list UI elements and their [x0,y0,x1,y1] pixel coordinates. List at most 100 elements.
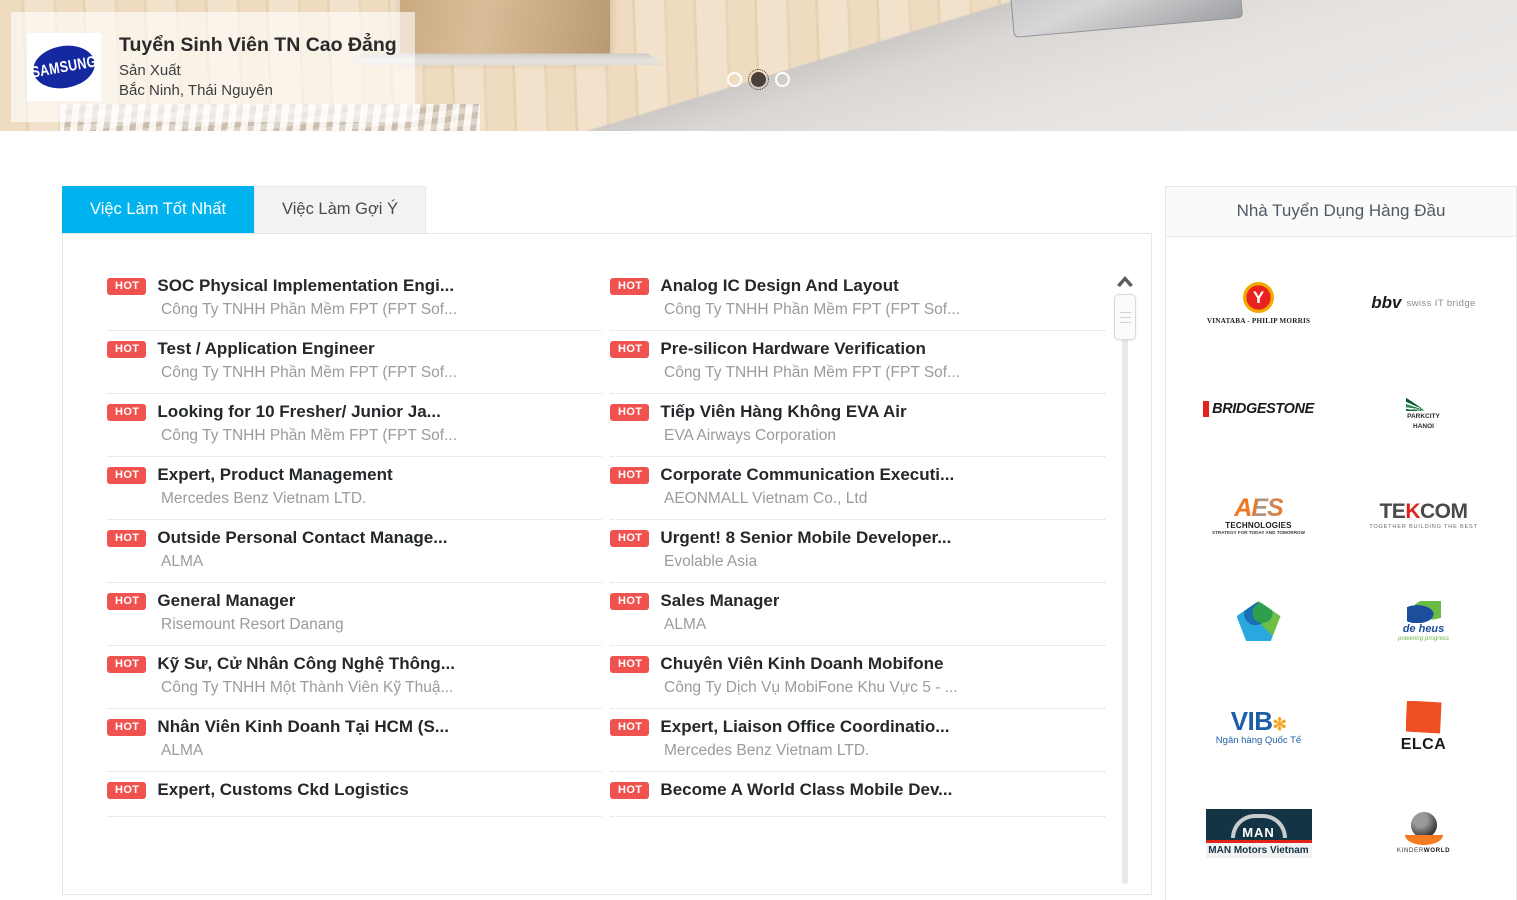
job-company[interactable]: Công Ty TNHH Phần Mềm FPT (FPT Sof... [664,364,1105,382]
bbv-wordmark: bbv [1371,293,1402,312]
job-list-item[interactable]: HOT Chuyên Viên Kinh Doanh Mobifone Công T… [610,646,1105,709]
job-title[interactable]: Become A World Class Mobile Dev... [660,780,952,800]
job-list-item[interactable]: HOT Kỹ Sư, Cử Nhân Công Nghệ Thông... Công… [107,646,602,709]
carousel-dot-1[interactable] [727,72,742,87]
job-company[interactable]: Mercedes Benz Vietnam LTD. [161,490,602,508]
employer-logo-vib[interactable]: VIB✻ Ngân hàng Quốc Tế [1176,679,1341,775]
job-title[interactable]: Analog IC Design And Layout [660,276,898,296]
hero-banner-carousel[interactable]: SAMSUNG Tuyển Sinh Viên TN Cao Đẳng Sản … [0,0,1517,131]
job-list-item[interactable]: HOT Sales Manager ALMA [610,583,1105,646]
banner-info-card[interactable]: SAMSUNG Tuyển Sinh Viên TN Cao Đẳng Sản … [11,12,415,122]
job-list-item[interactable]: HOT Tiếp Viên Hàng Không EVA Air EVA Airwa… [610,394,1105,457]
scrollbar-grip-line [1119,316,1131,318]
job-company[interactable]: ALMA [161,553,602,571]
job-list-item[interactable]: HOT Pre-silicon Hardware Verification Công… [610,331,1105,394]
job-company[interactable]: Công Ty TNHH Một Thành Viên Kỹ Thuậ... [161,679,602,697]
job-title[interactable]: Corporate Communication Executi... [660,465,954,485]
job-company[interactable]: ALMA [161,742,602,760]
job-list-item[interactable]: HOT Nhân Viên Kinh Doanh Tại HCM (S... ALM… [107,709,602,772]
carousel-dot-2[interactable] [748,69,769,90]
job-title[interactable]: Urgent! 8 Senior Mobile Developer... [660,528,951,548]
employer-logo-av[interactable] [1176,573,1341,669]
elca-wordmark: ELCA [1400,735,1447,753]
vib-tagline: Ngân hàng Quốc Tế [1215,735,1302,746]
employer-logo-aes-technologies[interactable]: AES TECHNOLOGIES STRATEGY FOR TODAY AND … [1176,467,1341,563]
job-title[interactable]: Chuyên Viên Kinh Doanh Mobifone [660,654,943,674]
job-list-item[interactable]: HOT SOC Physical Implementation Engi... Cô… [107,268,602,331]
employer-logo-man-motors-vietnam[interactable]: MAN MAN Motors Vietnam [1176,785,1341,881]
employer-logo-de-heus[interactable]: de heus powering progress [1341,573,1506,669]
job-item-header: HOT Outside Personal Contact Manage... [107,528,602,548]
job-company[interactable]: Evolable Asia [664,553,1105,571]
job-title[interactable]: Test / Application Engineer [157,339,374,359]
job-title[interactable]: Pre-silicon Hardware Verification [660,339,925,359]
job-item-header: HOT Kỹ Sư, Cử Nhân Công Nghệ Thông... [107,654,602,674]
job-company[interactable]: Công Ty TNHH Phần Mềm FPT (FPT Sof... [161,427,602,445]
job-list-item[interactable]: HOT Analog IC Design And Layout Công Ty TN… [610,268,1105,331]
hot-badge: HOT [610,529,650,547]
job-title[interactable]: Tiếp Viên Hàng Không EVA Air [660,402,906,422]
job-company[interactable]: Công Ty TNHH Phần Mềm FPT (FPT Sof... [161,364,602,382]
job-list-item[interactable]: HOT Corporate Communication Executi... AEO… [610,457,1105,520]
job-title[interactable]: Nhân Viên Kinh Doanh Tại HCM (S... [157,717,449,737]
job-title[interactable]: Expert, Customs Ckd Logistics [157,780,408,800]
job-title[interactable]: Expert, Liaison Office Coordinatio... [660,717,949,737]
job-title[interactable]: Outside Personal Contact Manage... [157,528,447,548]
job-item-header: HOT Expert, Liaison Office Coordinatio... [610,717,1105,737]
vib-star-icon: ✻ [1272,715,1287,734]
vinataba-icon: Y [1243,281,1274,313]
job-company[interactable]: AEONMALL Vietnam Co., Ltd [664,490,1105,508]
hot-badge: HOT [610,781,650,799]
job-company[interactable]: EVA Airways Corporation [664,427,1105,445]
job-company[interactable]: ALMA [664,616,1105,634]
employer-logo-vinataba-philip-morris[interactable]: Y VINATABA - PHILIP MORRIS [1176,255,1341,351]
employer-logo-bbv[interactable]: bbv swiss IT bridge [1341,255,1506,351]
scroll-up-icon[interactable] [1114,272,1136,290]
job-item-header: HOT Tiếp Viên Hàng Không EVA Air [610,402,1105,422]
job-company[interactable]: Công Ty TNHH Phần Mềm FPT (FPT Sof... [664,301,1105,319]
job-list-item[interactable]: HOT General Manager Risemount Resort Danan… [107,583,602,646]
job-title[interactable]: General Manager [157,591,295,611]
jobs-tabs[interactable]: Việc Làm Tốt Nhất Việc Làm Gợi Ý [62,186,1152,233]
job-item-header: HOT Analog IC Design And Layout [610,276,1105,296]
man-caption: MAN Motors Vietnam [1205,842,1312,858]
scrollbar-thumb[interactable] [1114,294,1136,340]
job-item-header: HOT Chuyên Viên Kinh Doanh Mobifone [610,654,1105,674]
tab-suggested-jobs[interactable]: Việc Làm Gợi Ý [254,186,427,233]
job-list-item[interactable]: HOT Become A World Class Mobile Dev... [610,772,1105,817]
job-item-header: HOT Become A World Class Mobile Dev... [610,780,1105,800]
job-list-item[interactable]: HOT Expert, Product Management Mercedes Be… [107,457,602,520]
jobs-scrollbar[interactable] [1114,272,1136,887]
job-title[interactable]: SOC Physical Implementation Engi... [157,276,454,296]
samsung-logo: SAMSUNG [27,33,101,101]
job-list-item[interactable]: HOT Test / Application Engineer Công Ty TN… [107,331,602,394]
job-list-item[interactable]: HOT Urgent! 8 Senior Mobile Developer... E… [610,520,1105,583]
job-company[interactable]: Risemount Resort Danang [161,616,602,634]
scrollbar-track[interactable] [1114,294,1136,884]
employer-logo-circles-media[interactable]: CIRCLES MEDIA [1341,891,1506,900]
employer-logo-elca[interactable]: ELCA [1341,679,1506,775]
job-title[interactable]: Kỹ Sư, Cử Nhân Công Nghệ Thông... [157,654,455,674]
job-list-item[interactable]: HOT Outside Personal Contact Manage... ALM… [107,520,602,583]
job-company[interactable]: Mercedes Benz Vietnam LTD. [664,742,1105,760]
employer-logo-unilever[interactable]: U [1176,891,1341,900]
job-list-item[interactable]: HOT Expert, Liaison Office Coordinatio...… [610,709,1105,772]
job-list-item[interactable]: HOT Expert, Customs Ckd Logistics [107,772,602,817]
employers-logo-grid: Y VINATABA - PHILIP MORRIS bbv swiss IT … [1166,237,1516,900]
job-title[interactable]: Sales Manager [660,591,779,611]
banner-text-block: Tuyển Sinh Viên TN Cao Đẳng Sản Xuất Bắc… [119,33,397,100]
job-company[interactable]: Công Ty Dịch Vụ MobiFone Khu Vực 5 - ... [664,679,1105,697]
de-heus-wordmark: de heus [1402,622,1445,635]
job-company[interactable]: Công Ty TNHH Phần Mềm FPT (FPT Sof... [161,301,602,319]
employer-logo-bridgestone[interactable]: BRIDGESTONE [1176,361,1341,457]
carousel-dots[interactable] [0,69,1517,90]
employer-logo-tekcom[interactable]: TEKCOM TOGETHER BUILDING THE BEST [1341,467,1506,563]
employer-logo-parkcity-hanoi[interactable]: PARKCITY HANOI [1341,361,1506,457]
tab-best-jobs[interactable]: Việc Làm Tốt Nhất [62,186,255,233]
employer-logo-kinderworld[interactable]: KINDERWORLD [1341,785,1506,881]
bbv-tagline: swiss IT bridge [1406,297,1476,309]
job-list-item[interactable]: HOT Looking for 10 Fresher/ Junior Ja... C… [107,394,602,457]
job-title[interactable]: Expert, Product Management [157,465,392,485]
carousel-dot-3[interactable] [775,72,790,87]
job-title[interactable]: Looking for 10 Fresher/ Junior Ja... [157,402,440,422]
